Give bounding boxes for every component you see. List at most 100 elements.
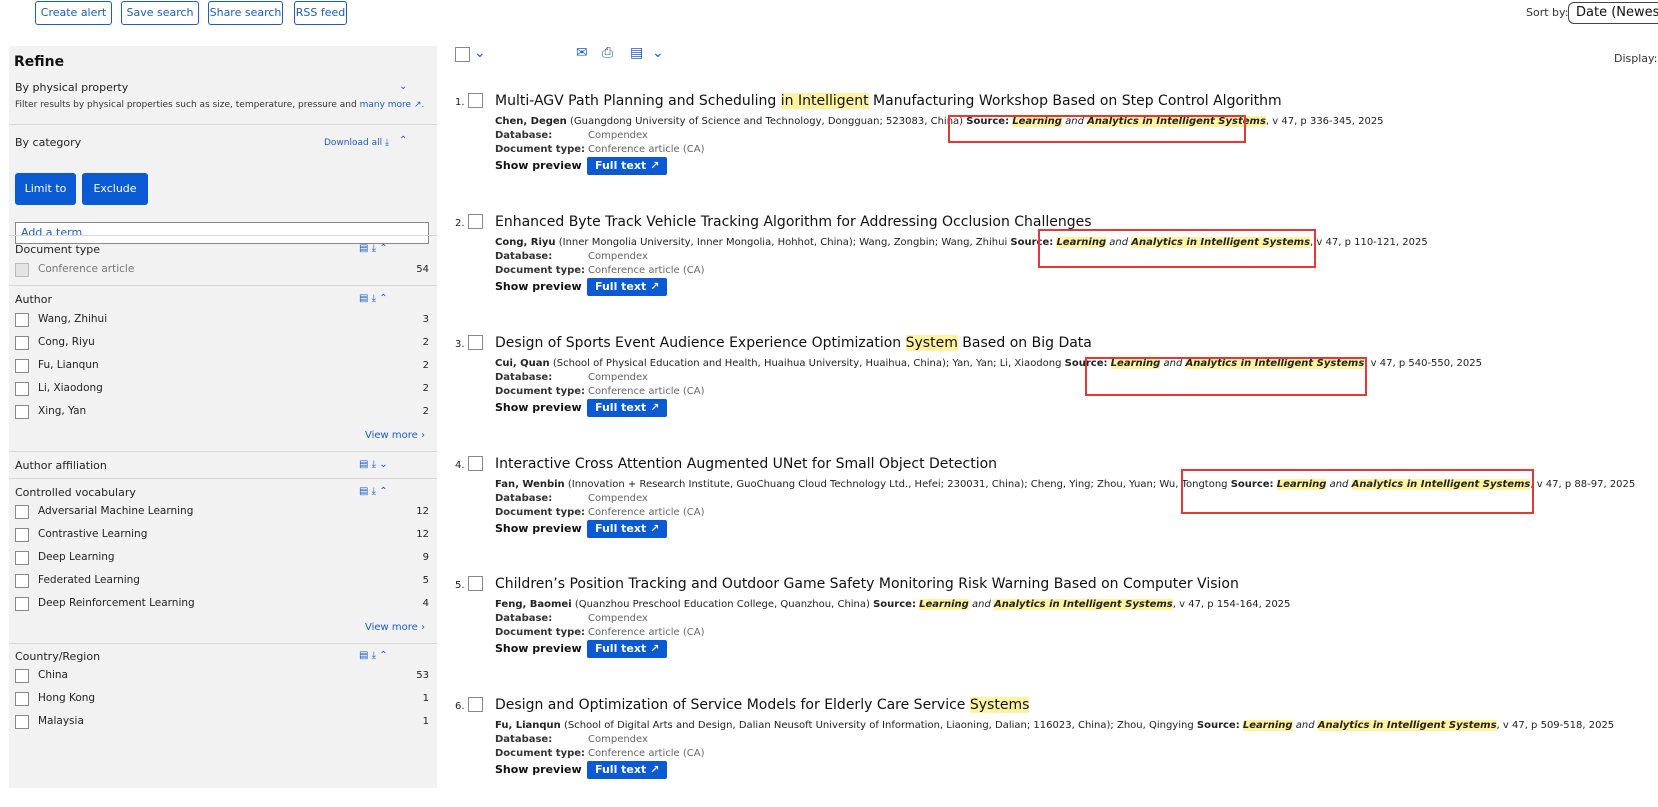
external-link-icon: ↗ bbox=[650, 401, 660, 414]
checkbox[interactable] bbox=[15, 551, 29, 565]
show-preview-link[interactable]: Show preview ⌄ bbox=[495, 763, 593, 776]
facet-count: 2 bbox=[422, 406, 429, 417]
result-title[interactable]: Children’s Position Tracking and Outdoor… bbox=[495, 576, 1239, 592]
full-text-button[interactable]: Full text ↗ bbox=[587, 520, 668, 538]
facet-count: 5 bbox=[422, 575, 429, 586]
checkbox[interactable] bbox=[15, 715, 29, 729]
facet-item[interactable]: Xing, Yan 2 bbox=[15, 404, 429, 422]
facet-item[interactable]: Conference article 54 bbox=[15, 262, 429, 280]
checkbox[interactable] bbox=[15, 313, 29, 327]
checkbox[interactable] bbox=[15, 359, 29, 373]
email-icon[interactable]: ✉ bbox=[576, 45, 588, 61]
facet-item[interactable]: Hong Kong 1 bbox=[15, 691, 429, 709]
result-title[interactable]: Multi-AGV Path Planning and Scheduling i… bbox=[495, 93, 1282, 109]
select-all-checkbox[interactable] bbox=[455, 47, 470, 62]
checkbox[interactable] bbox=[15, 505, 29, 519]
checkbox[interactable] bbox=[15, 597, 29, 611]
sort-select[interactable]: Date (Newest) bbox=[1568, 2, 1658, 24]
facet-chart-download-icons[interactable]: ▤ ⤓ ⌃ bbox=[359, 486, 388, 497]
author-view-more-link[interactable]: View more › bbox=[365, 430, 425, 441]
facet-item[interactable]: Fu, Lianqun 2 bbox=[15, 358, 429, 376]
checkbox[interactable] bbox=[15, 669, 29, 683]
share-search-button[interactable]: Share search bbox=[208, 1, 283, 25]
database-row: Database: Compendex bbox=[495, 372, 648, 383]
save-search-button[interactable]: Save search bbox=[121, 1, 199, 25]
full-text-button[interactable]: Full text ↗ bbox=[587, 278, 668, 296]
checkbox[interactable] bbox=[15, 574, 29, 588]
result-title[interactable]: Design of Sports Event Audience Experien… bbox=[495, 335, 1092, 351]
facet-label: Cong, Riyu bbox=[38, 336, 95, 348]
facet-item[interactable]: Adversarial Machine Learning 12 bbox=[15, 504, 429, 522]
checkbox[interactable] bbox=[15, 263, 29, 277]
author-affiliation-title[interactable]: Author affiliation bbox=[15, 459, 107, 472]
full-text-button[interactable]: Full text ↗ bbox=[587, 761, 668, 779]
full-text-button[interactable]: Full text ↗ bbox=[587, 640, 668, 658]
facet-chart-download-icons[interactable]: ▤ ⤓ ⌃ bbox=[359, 293, 388, 304]
physical-property-title[interactable]: By physical property bbox=[15, 81, 128, 94]
result-number: 3. bbox=[455, 339, 465, 350]
result-title[interactable]: Interactive Cross Attention Augmented UN… bbox=[495, 456, 997, 472]
result-checkbox[interactable] bbox=[468, 697, 483, 712]
show-preview-link[interactable]: Show preview ⌄ bbox=[495, 522, 593, 535]
facet-label: Deep Reinforcement Learning bbox=[38, 597, 195, 609]
checkbox[interactable] bbox=[15, 382, 29, 396]
facet-item[interactable]: Federated Learning 5 bbox=[15, 573, 429, 591]
facet-item[interactable]: Deep Learning 9 bbox=[15, 550, 429, 568]
checkbox[interactable] bbox=[15, 405, 29, 419]
facet-item[interactable]: Contrastive Learning 12 bbox=[15, 527, 429, 545]
result-item: 5. Children’s Position Tracking and Outdo… bbox=[455, 576, 1655, 686]
facet-item[interactable]: China 53 bbox=[15, 668, 429, 686]
limit-to-button[interactable]: Limit to bbox=[15, 173, 76, 205]
result-checkbox[interactable] bbox=[468, 93, 483, 108]
chevron-down-icon[interactable]: ⌄ bbox=[399, 81, 407, 92]
facet-chart-download-icons[interactable]: ▤ ⤓ ⌃ bbox=[359, 650, 388, 661]
physical-property-desc: Filter results by physical properties su… bbox=[15, 100, 425, 110]
many-more-link[interactable]: many more ↗. bbox=[360, 100, 425, 110]
checkbox[interactable] bbox=[15, 528, 29, 542]
facet-item[interactable]: Wang, Zhihui 3 bbox=[15, 312, 429, 330]
show-preview-link[interactable]: Show preview ⌄ bbox=[495, 642, 593, 655]
show-preview-link[interactable]: Show preview ⌄ bbox=[495, 401, 593, 414]
facet-item[interactable]: Malaysia 1 bbox=[15, 714, 429, 732]
full-text-button[interactable]: Full text ↗ bbox=[587, 157, 668, 175]
checkbox[interactable] bbox=[15, 336, 29, 350]
download-all-link[interactable]: Download all ⤓ bbox=[324, 138, 389, 148]
doctype-row: Document type: Conference article (CA) bbox=[495, 627, 705, 638]
result-checkbox[interactable] bbox=[468, 335, 483, 350]
external-link-icon: ↗ bbox=[650, 642, 660, 655]
facet-chart-download-icons[interactable]: ▤ ⤓ ⌄ bbox=[359, 459, 388, 470]
add-term-input[interactable]: Add a term bbox=[15, 222, 429, 244]
result-checkbox[interactable] bbox=[468, 576, 483, 591]
show-preview-link[interactable]: Show preview ⌄ bbox=[495, 159, 593, 172]
external-link-icon: ↗ bbox=[650, 522, 660, 535]
chevron-right-icon: › bbox=[421, 430, 425, 441]
show-preview-link[interactable]: Show preview ⌄ bbox=[495, 280, 593, 293]
facet-count: 3 bbox=[422, 314, 429, 325]
print-icon[interactable]: ⎙ bbox=[602, 45, 613, 61]
rss-feed-button[interactable]: RSS feed bbox=[294, 1, 347, 25]
export-icon[interactable]: ▤ bbox=[630, 45, 643, 61]
result-checkbox[interactable] bbox=[468, 214, 483, 229]
facet-item[interactable]: Li, Xiaodong 2 bbox=[15, 381, 429, 399]
display-label: Display: bbox=[1614, 52, 1658, 65]
database-row: Database: Compendex bbox=[495, 493, 648, 504]
export-chevron-icon[interactable]: ⌄ bbox=[652, 45, 664, 61]
first-author: Feng, Baomei bbox=[495, 599, 572, 610]
doctype-row: Document type: Conference article (CA) bbox=[495, 265, 705, 276]
result-title[interactable]: Enhanced Byte Track Vehicle Tracking Alg… bbox=[495, 214, 1092, 230]
full-text-button[interactable]: Full text ↗ bbox=[587, 399, 668, 417]
result-title[interactable]: Design and Optimization of Service Model… bbox=[495, 697, 1030, 713]
result-authors-source: Chen, Degen (Guangdong University of Sci… bbox=[495, 116, 1384, 127]
annotation-box bbox=[1038, 229, 1316, 268]
result-checkbox[interactable] bbox=[468, 456, 483, 471]
select-menu-chevron-icon[interactable]: ⌄ bbox=[474, 45, 486, 61]
create-alert-button[interactable]: Create alert bbox=[35, 1, 112, 25]
facet-item[interactable]: Cong, Riyu 2 bbox=[15, 335, 429, 353]
chevron-up-icon[interactable]: ⌃ bbox=[399, 135, 407, 146]
checkbox[interactable] bbox=[15, 692, 29, 706]
vocab-view-more-link[interactable]: View more › bbox=[365, 622, 425, 633]
exclude-button[interactable]: Exclude bbox=[82, 173, 148, 205]
facet-chart-download-icons[interactable]: ▤ ⤓ ⌃ bbox=[359, 243, 388, 254]
divider bbox=[9, 285, 437, 286]
facet-item[interactable]: Deep Reinforcement Learning 4 bbox=[15, 596, 429, 614]
